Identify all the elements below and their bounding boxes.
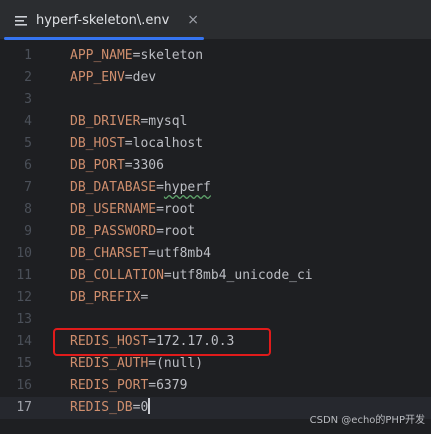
env-key: REDIS_DB [70, 400, 133, 415]
code-line[interactable]: DB_CHARSET=utf8mb4 [70, 243, 211, 265]
env-key: REDIS_PORT [70, 378, 149, 393]
line-number: 5 [24, 136, 32, 151]
line-number: 3 [24, 92, 32, 107]
code-line[interactable]: REDIS_PORT=6379 [70, 375, 187, 397]
env-key: DB_USERNAME [70, 202, 157, 217]
env-key: DB_PASSWORD [70, 224, 157, 239]
env-key: APP_ENV [70, 70, 125, 85]
equals-sign: = [156, 224, 164, 239]
env-value: hyperf [163, 180, 211, 195]
code-line[interactable]: APP_NAME=skeleton [70, 45, 203, 67]
env-value: skeleton [140, 48, 204, 63]
line-number: 11 [16, 268, 32, 283]
tab-env-file[interactable]: hyperf-skeleton\.env × [0, 0, 208, 40]
line-number: 14 [16, 334, 32, 349]
line-number: 13 [16, 312, 32, 327]
env-value: (null) [156, 356, 204, 371]
env-key: DB_CHARSET [70, 246, 149, 261]
env-key: DB_DRIVER [70, 114, 141, 129]
env-key: DB_PORT [70, 158, 125, 173]
equals-sign: = [124, 70, 133, 85]
equals-sign: = [148, 246, 157, 261]
line-number: 9 [24, 224, 32, 239]
env-key: DB_PREFIX [70, 290, 141, 305]
redis-host-highlight-box [53, 328, 271, 356]
env-key: REDIS_AUTH [70, 356, 149, 371]
env-key: DB_HOST [70, 136, 125, 151]
line-number: 17 [16, 400, 32, 415]
code-line[interactable]: DB_USERNAME=root [70, 199, 195, 221]
env-value: utf8mb4 [156, 246, 211, 261]
line-number: 4 [24, 114, 32, 129]
equals-sign: = [163, 268, 172, 283]
code-line[interactable]: REDIS_DB=0 [70, 397, 151, 419]
equals-sign: = [148, 356, 157, 371]
env-key: DB_DATABASE [70, 180, 157, 195]
env-key: DB_COLLATION [70, 268, 164, 283]
code-line[interactable]: DB_HOST=localhost [70, 133, 203, 155]
line-number: 7 [24, 180, 32, 195]
line-number: 6 [24, 158, 32, 173]
code-editor[interactable]: 1 2 3 4 5 6 7 8 9 10 11 12 13 14 15 16 17 APP_NAME=skele… [0, 40, 431, 434]
tab-title: hyperf-skeleton\.env [36, 12, 170, 28]
code-line[interactable]: DB_COLLATION=utf8mb4_unicode_ci [70, 265, 313, 287]
line-number: 15 [16, 356, 32, 371]
code-line[interactable]: DB_PREFIX= [70, 287, 148, 309]
equals-sign: = [140, 290, 149, 305]
env-value: localhost [132, 136, 204, 151]
env-value: utf8mb4_unicode_ci [171, 268, 313, 283]
equals-sign: = [156, 180, 164, 195]
env-value: root [163, 202, 196, 217]
line-number: 1 [24, 48, 32, 63]
code-line[interactable]: DB_DATABASE=hyperf [70, 177, 211, 199]
editor-tab-bar: hyperf-skeleton\.env × [0, 0, 431, 40]
env-value: mysql [148, 114, 188, 129]
equals-sign: = [124, 136, 133, 151]
line-number: 10 [16, 246, 32, 261]
env-value: 6379 [156, 378, 188, 393]
code-line[interactable]: APP_ENV=dev [70, 67, 156, 89]
line-number: 2 [24, 70, 32, 85]
watermark: CSDN @echo的PHP开发 [309, 415, 425, 426]
equals-sign: = [156, 202, 164, 217]
env-value: dev [132, 70, 157, 85]
close-icon[interactable]: × [187, 12, 199, 28]
equals-sign: = [148, 378, 157, 393]
env-value: root [163, 224, 196, 239]
code-line[interactable]: DB_DRIVER=mysql [70, 111, 187, 133]
text-caret [148, 398, 151, 414]
env-value: 3306 [132, 158, 164, 173]
line-number: 16 [16, 378, 32, 393]
line-number: 12 [16, 290, 32, 305]
code-line[interactable]: DB_PASSWORD=root [70, 221, 195, 243]
env-key: APP_NAME [70, 48, 133, 63]
line-number: 8 [24, 202, 32, 217]
equals-sign: = [124, 158, 133, 173]
code-line[interactable]: DB_PORT=3306 [70, 155, 164, 177]
env-value: 0 [140, 400, 149, 415]
text-file-icon [14, 13, 28, 27]
code-line[interactable]: REDIS_AUTH=(null) [70, 353, 203, 375]
